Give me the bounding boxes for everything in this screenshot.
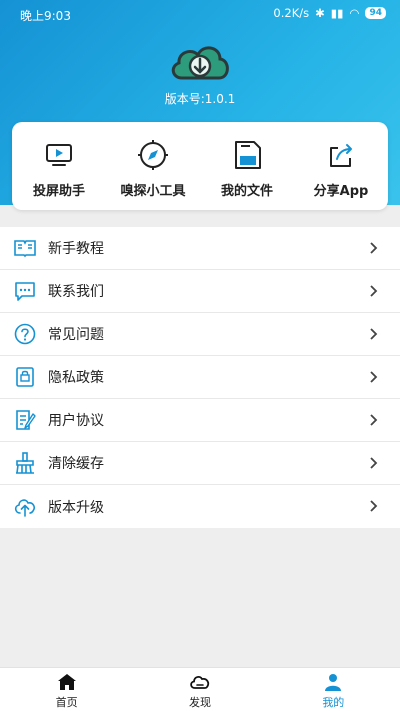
menu-item-agreement[interactable]: 用户协议 — [0, 399, 400, 442]
menu-item-faq[interactable]: 常见问题 — [0, 313, 400, 356]
menu-label: 用户协议 — [48, 413, 104, 429]
screen-cast-icon — [46, 144, 72, 166]
tool-screen-cast[interactable]: 投屏助手 — [12, 122, 106, 210]
nav-mine[interactable]: 我的 — [267, 668, 400, 711]
folder-file-icon — [235, 141, 261, 169]
menu-label: 联系我们 — [48, 284, 104, 300]
wifi-icon: ◠ — [349, 6, 360, 20]
signal-icon: ▮▮ — [330, 6, 344, 20]
menu-label: 新手教程 — [48, 241, 104, 257]
cloud-icon — [190, 675, 210, 689]
clear-cache-icon — [16, 452, 34, 474]
status-indicators: 0.2K/s ✱ ▮▮ ◠ 94 — [273, 6, 386, 20]
status-time: 晚上9:03 — [20, 9, 71, 23]
settings-menu: 新手教程 联系我们 常见问题 隐私政策 用户协议 清除缓存 版本升级 — [0, 227, 400, 528]
menu-item-privacy[interactable]: 隐私政策 — [0, 356, 400, 399]
book-icon — [14, 240, 36, 258]
tool-label: 我的文件 — [220, 184, 273, 199]
nav-home[interactable]: 首页 — [0, 668, 133, 711]
user-icon — [325, 674, 342, 691]
bottom-nav: 首页 发现 我的 — [0, 667, 400, 711]
status-bar: 晚上9:03 0.2K/s ✱ ▮▮ ◠ 94 — [0, 0, 400, 28]
nav-label: 我的 — [322, 696, 345, 709]
menu-item-tutorial[interactable]: 新手教程 — [0, 227, 400, 270]
chevron-right-icon — [370, 242, 378, 254]
chevron-right-icon — [370, 457, 378, 469]
nav-discover[interactable]: 发现 — [133, 668, 266, 711]
nav-label: 首页 — [55, 696, 78, 709]
compass-icon — [138, 140, 168, 170]
menu-label: 常见问题 — [48, 327, 104, 343]
bluetooth-icon: ✱ — [315, 6, 325, 20]
chevron-right-icon — [370, 371, 378, 383]
chevron-right-icon — [370, 414, 378, 426]
tool-label: 分享App — [313, 184, 369, 199]
battery-badge: 94 — [365, 7, 386, 19]
nav-label: 发现 — [188, 696, 211, 709]
tool-share-app[interactable]: 分享App — [294, 122, 388, 210]
cloud-download-logo-icon — [171, 46, 229, 80]
chevron-right-icon — [370, 500, 378, 512]
tool-label: 投屏助手 — [32, 184, 85, 199]
tool-sniffer[interactable]: 嗅探小工具 — [106, 122, 200, 210]
chevron-right-icon — [370, 285, 378, 297]
tool-label: 嗅探小工具 — [120, 184, 186, 199]
chevron-right-icon — [370, 328, 378, 340]
menu-label: 清除缓存 — [48, 456, 104, 472]
tools-card: 投屏助手 嗅探小工具 我的文件 分享App — [12, 122, 388, 210]
network-speed: 0.2K/s — [273, 6, 310, 20]
question-icon — [14, 323, 36, 345]
tool-my-files[interactable]: 我的文件 — [200, 122, 294, 210]
share-icon — [330, 144, 352, 167]
menu-label: 隐私政策 — [48, 370, 104, 386]
agreement-icon — [16, 410, 36, 430]
upgrade-icon — [14, 498, 35, 517]
menu-item-clear-cache[interactable]: 清除缓存 — [0, 442, 400, 485]
home-icon — [57, 674, 76, 690]
menu-item-upgrade[interactable]: 版本升级 — [0, 485, 400, 528]
app-version: 版本号:1.0.1 — [164, 92, 236, 106]
privacy-icon — [16, 367, 34, 387]
menu-item-contact[interactable]: 联系我们 — [0, 270, 400, 313]
chat-icon — [15, 282, 35, 301]
menu-label: 版本升级 — [48, 499, 104, 516]
